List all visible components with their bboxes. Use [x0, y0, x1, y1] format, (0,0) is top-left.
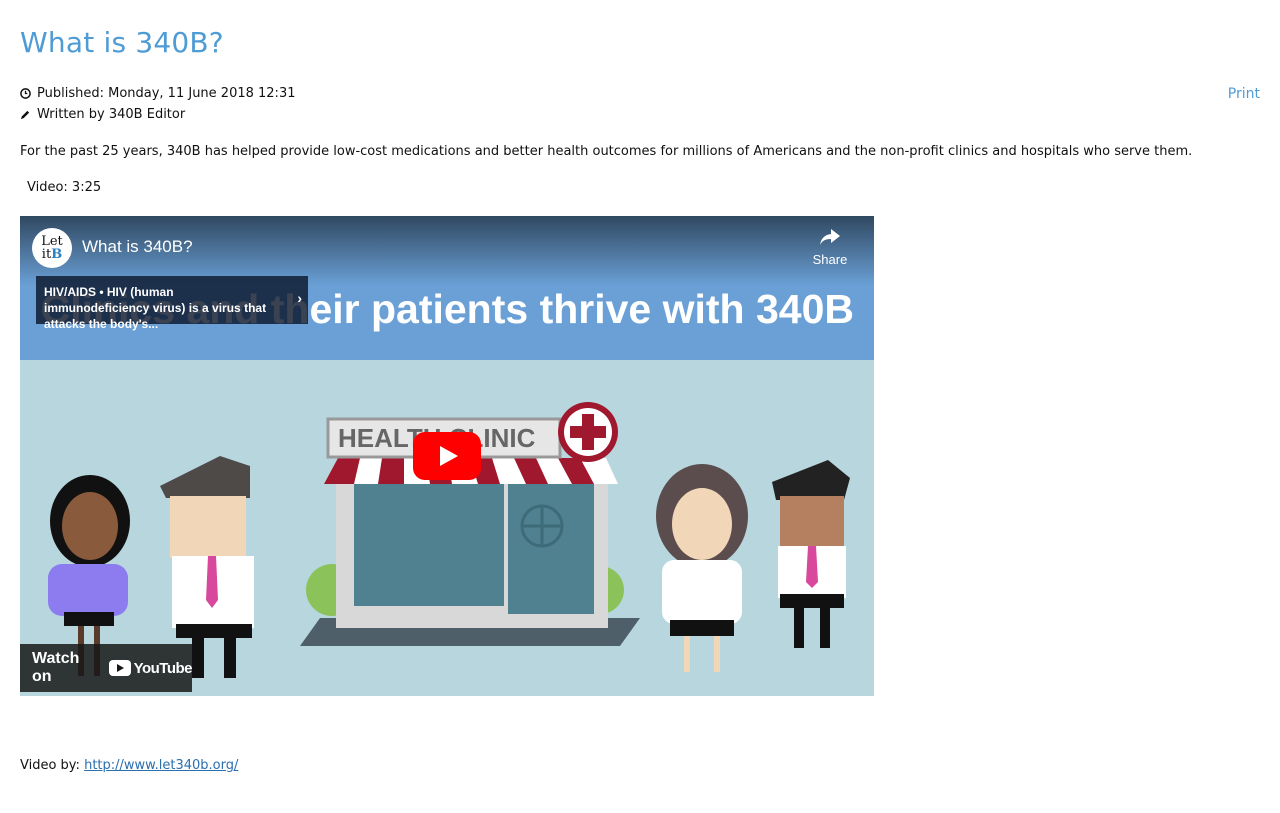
logo-text-it: it: [41, 247, 52, 262]
pencil-icon: [20, 110, 30, 120]
credit-label: Video by:: [20, 758, 80, 773]
watch-on-youtube-button[interactable]: Watch on YouTube: [20, 644, 193, 692]
share-label: Share: [812, 252, 848, 267]
video-length: Video: 3:25: [27, 180, 102, 195]
clock-icon: [20, 88, 31, 99]
video-credit: Video by: http://www.let340b.org/: [20, 758, 238, 773]
published-date: Published: Monday, 11 June 2018 12:31: [20, 86, 295, 101]
page-title: What is 340B?: [20, 26, 224, 59]
published-text: Published: Monday, 11 June 2018 12:31: [37, 86, 296, 101]
play-icon: [108, 660, 131, 676]
video-title[interactable]: What is 340B?: [82, 237, 193, 257]
info-card[interactable]: HIV/AIDS • HIV (human immunodeficiency v…: [36, 276, 308, 331]
share-icon: [820, 229, 840, 245]
watch-label: Watch on: [32, 650, 80, 685]
channel-logo[interactable]: Let itB: [32, 228, 72, 268]
author-line: Written by 340B Editor: [20, 107, 185, 122]
author-text: Written by 340B Editor: [37, 107, 186, 122]
intro-paragraph: For the past 25 years, 340B has helped p…: [20, 144, 1193, 159]
play-button[interactable]: [413, 432, 481, 480]
youtube-embed[interactable]: HEALTH CLINIC Clinics and their patients…: [20, 216, 874, 696]
youtube-logo: YouTube: [108, 659, 193, 677]
credit-link[interactable]: http://www.let340b.org/: [84, 758, 238, 773]
logo-text-b: B: [51, 247, 63, 262]
print-link[interactable]: Print: [1228, 86, 1260, 102]
chevron-right-icon: ›: [297, 290, 302, 306]
share-button[interactable]: Share: [810, 228, 850, 267]
youtube-label: YouTube: [133, 659, 193, 677]
